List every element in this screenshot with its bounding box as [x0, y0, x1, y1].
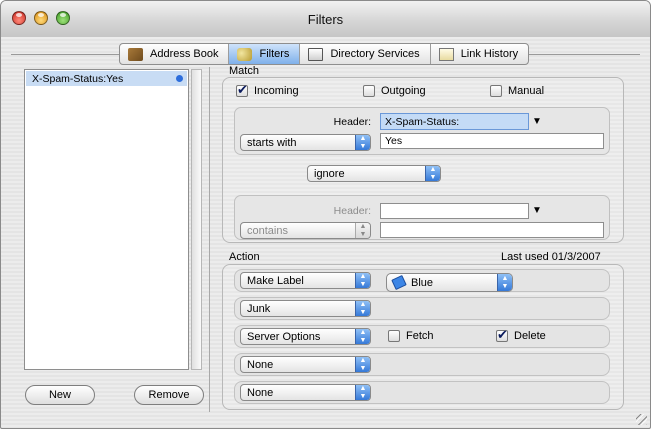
action-3-value: Server Options	[247, 330, 321, 343]
tab-link-history[interactable]: Link History	[431, 44, 528, 64]
action-5-select[interactable]: None ▲ ▼	[240, 384, 371, 401]
header-2-field[interactable]	[380, 203, 529, 219]
delete-label: Delete	[514, 330, 546, 342]
tab-filters[interactable]: Filters	[229, 44, 301, 64]
manual-label: Manual	[508, 85, 545, 97]
tab-link-history-label: Link History	[460, 48, 519, 60]
header-1-label: Header:	[333, 116, 371, 128]
action-2-value: Junk	[247, 302, 271, 315]
header-1-dropdown-icon[interactable]: ▼	[532, 116, 542, 127]
filters-window: Filters Address Book Filters Directory S…	[0, 0, 651, 429]
tab-directory-services[interactable]: Directory Services	[300, 44, 431, 64]
remove-filter-button[interactable]: Remove	[134, 385, 204, 405]
action-heading: Action	[229, 251, 260, 263]
match-heading: Match	[229, 65, 259, 77]
select-arrows-icon: ▲ ▼	[355, 329, 370, 344]
fetch-check-icon	[388, 330, 400, 342]
action-1-value: Make Label	[247, 274, 304, 287]
manual-checkbox[interactable]: Manual	[490, 85, 544, 97]
header-1-field[interactable]: X-Spam-Status:	[380, 113, 529, 130]
action-5-value: None	[247, 386, 274, 399]
action-3-select[interactable]: Server Options ▲ ▼	[240, 328, 371, 345]
operator-2-value: contains	[247, 224, 288, 237]
select-arrows-icon: ▲ ▼	[425, 166, 440, 181]
select-arrows-icon: ▲ ▼	[355, 385, 370, 400]
tab-filters-label: Filters	[259, 48, 290, 60]
outgoing-label: Outgoing	[381, 85, 426, 97]
directory-services-icon	[308, 47, 324, 61]
outgoing-checkbox[interactable]: Outgoing	[363, 85, 426, 97]
value-1-field[interactable]: Yes	[380, 133, 604, 149]
select-arrows-icon: ▲ ▼	[355, 301, 370, 316]
header-2-label: Header:	[333, 205, 371, 217]
label-color-select[interactable]: Blue ▲ ▼	[386, 273, 513, 292]
filter-list-item[interactable]: X-Spam-Status:Yes	[26, 71, 187, 86]
resize-grip-icon[interactable]	[636, 414, 647, 425]
incoming-checkbox[interactable]: Incoming	[236, 82, 299, 98]
filters-icon	[237, 47, 253, 61]
outgoing-check-icon	[363, 85, 375, 97]
fetch-checkbox[interactable]: Fetch	[388, 330, 434, 342]
tab-address-book-label: Address Book	[150, 48, 219, 60]
header-2-dropdown-icon[interactable]: ▼	[532, 205, 542, 216]
address-book-icon	[128, 47, 143, 61]
select-arrows-icon: ▲ ▼	[355, 273, 370, 288]
select-arrows-icon: ▲ ▼	[497, 274, 512, 291]
incoming-label: Incoming	[254, 85, 299, 97]
combinator-value: ignore	[314, 167, 345, 180]
filter-name: X-Spam-Status:Yes	[32, 72, 124, 85]
split-divider[interactable]	[209, 67, 210, 412]
operator-1-value: starts with	[247, 136, 297, 149]
link-history-icon	[438, 47, 454, 61]
delete-check-icon	[496, 327, 508, 343]
delete-checkbox[interactable]: Delete	[496, 327, 546, 343]
filter-list-scrollbar[interactable]	[191, 69, 202, 370]
label-tag-icon	[391, 274, 407, 291]
manual-check-icon	[490, 85, 502, 97]
filter-list[interactable]: X-Spam-Status:Yes	[24, 69, 189, 370]
toolbar-segmented-control: Address Book Filters Directory Services …	[119, 43, 530, 65]
select-arrows-icon: ▲ ▼	[355, 357, 370, 372]
label-color-value: Blue	[411, 276, 434, 289]
fetch-label: Fetch	[406, 330, 434, 342]
last-used-text: Last used 01/3/2007	[501, 251, 601, 263]
action-4-select[interactable]: None ▲ ▼	[240, 356, 371, 373]
operator-1-select[interactable]: starts with ▲ ▼	[240, 134, 371, 151]
operator-2-select[interactable]: contains ▲ ▼	[240, 222, 371, 239]
select-arrows-icon: ▲ ▼	[355, 135, 370, 150]
action-1-select[interactable]: Make Label ▲ ▼	[240, 272, 371, 289]
window-title: Filters	[307, 12, 344, 27]
select-arrows-icon: ▲ ▼	[355, 223, 370, 238]
incoming-check-icon	[236, 82, 248, 98]
title-bar[interactable]: Filters	[1, 1, 650, 37]
new-filter-button[interactable]: New	[25, 385, 95, 405]
value-2-field[interactable]	[380, 222, 604, 238]
tab-address-book[interactable]: Address Book	[120, 44, 230, 64]
enabled-dot-icon	[176, 75, 183, 82]
combinator-select[interactable]: ignore ▲ ▼	[307, 165, 441, 182]
action-2-select[interactable]: Junk ▲ ▼	[240, 300, 371, 317]
tab-directory-services-label: Directory Services	[330, 48, 420, 60]
action-4-value: None	[247, 358, 274, 371]
